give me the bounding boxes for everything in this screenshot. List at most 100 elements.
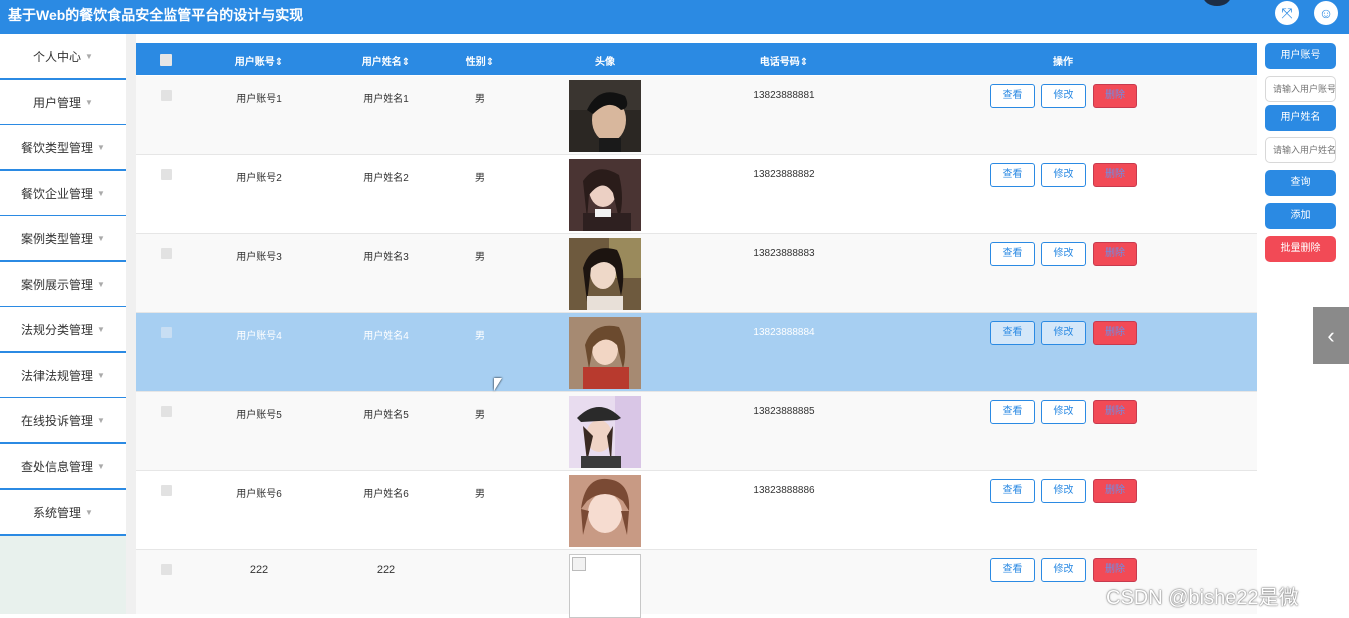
- sidebar-item-dining-enterprise[interactable]: 餐饮企业管理 ▼: [0, 171, 126, 217]
- header-phone[interactable]: 电话号码⇕: [760, 53, 808, 68]
- delete-button[interactable]: 删除: [1093, 321, 1137, 345]
- header-account[interactable]: 用户账号⇕: [235, 53, 283, 68]
- table-row[interactable]: 用户账号4 用户姓名4 男 13823888884 查看 修改 删除: [136, 313, 1257, 392]
- view-button[interactable]: 查看: [990, 242, 1035, 266]
- edit-button[interactable]: 修改: [1041, 479, 1086, 503]
- chevron-down-icon: ▼: [85, 507, 93, 517]
- row-checkbox[interactable]: [161, 327, 172, 338]
- edit-button[interactable]: 修改: [1041, 84, 1086, 108]
- avatar: [569, 396, 641, 468]
- delete-button[interactable]: 删除: [1093, 84, 1137, 108]
- name-search-input[interactable]: [1265, 137, 1336, 163]
- cell-gender: 男: [475, 252, 485, 263]
- user-icon[interactable]: ☺: [1314, 1, 1338, 25]
- delete-button[interactable]: 删除: [1093, 163, 1137, 187]
- view-button[interactable]: 查看: [990, 479, 1035, 503]
- batch-delete-button[interactable]: 批量删除: [1265, 236, 1336, 262]
- cell-phone: 13823888882: [753, 169, 815, 180]
- row-checkbox[interactable]: [161, 169, 172, 180]
- sidebar-item-laws-regulations[interactable]: 法律法规管理 ▼: [0, 353, 126, 399]
- cell-gender: 男: [475, 94, 485, 105]
- avatar: [569, 317, 641, 389]
- sidebar-item-user-management[interactable]: 用户管理 ▼: [0, 80, 126, 126]
- fullscreen-icon[interactable]: ⤧: [1275, 1, 1299, 25]
- table-row[interactable]: 222 222 查看 修改 删除: [136, 550, 1257, 618]
- sidebar-item-investigation-info[interactable]: 查处信息管理 ▼: [0, 444, 126, 490]
- cell-phone: 13823888885: [753, 406, 815, 417]
- sidebar-item-online-complaints[interactable]: 在线投诉管理 ▼: [0, 398, 126, 444]
- cell-name: 222: [376, 564, 396, 576]
- sidebar-item-system-management[interactable]: 系统管理 ▼: [0, 490, 126, 536]
- header-gender[interactable]: 性别⇕: [466, 53, 494, 68]
- delete-button[interactable]: 删除: [1093, 558, 1137, 582]
- query-button[interactable]: 查询: [1265, 170, 1336, 196]
- table-row[interactable]: 用户账号2 用户姓名2 男 13823888882 查看 修改 删除: [136, 155, 1257, 234]
- collapse-panel-icon[interactable]: ‹: [1313, 307, 1349, 364]
- edit-button[interactable]: 修改: [1041, 321, 1086, 345]
- chevron-down-icon: ▼: [97, 233, 105, 243]
- mouse-cursor-icon: [494, 378, 502, 391]
- content-gutter: [126, 34, 136, 614]
- cell-phone: 13823888886: [753, 485, 815, 496]
- account-search-input[interactable]: [1265, 76, 1336, 102]
- sidebar-item-label: 餐饮企业管理: [21, 186, 94, 201]
- cell-account: 用户账号5: [236, 410, 282, 421]
- delete-button[interactable]: 删除: [1093, 242, 1137, 266]
- cell-phone: 13823888884: [753, 327, 815, 338]
- name-label-button[interactable]: 用户姓名: [1265, 105, 1336, 131]
- chevron-down-icon: ▼: [97, 461, 105, 471]
- cell-name: 用户姓名6: [363, 489, 409, 500]
- view-button[interactable]: 查看: [990, 321, 1035, 345]
- cell-account: 用户账号1: [236, 94, 282, 105]
- cell-gender: 男: [475, 173, 485, 184]
- sidebar-item-personal-center[interactable]: 个人中心 ▼: [0, 34, 126, 80]
- cell-phone: 13823888881: [753, 90, 815, 101]
- view-button[interactable]: 查看: [990, 84, 1035, 108]
- row-checkbox[interactable]: [161, 564, 172, 575]
- cell-account: 用户账号4: [236, 331, 282, 342]
- header-name[interactable]: 用户姓名⇕: [362, 53, 410, 68]
- cell-account: 用户账号2: [236, 173, 282, 184]
- avatar: [569, 238, 641, 310]
- cell-gender: 男: [475, 410, 485, 421]
- row-checkbox[interactable]: [161, 90, 172, 101]
- delete-button[interactable]: 删除: [1093, 479, 1137, 503]
- add-button[interactable]: 添加: [1265, 203, 1336, 229]
- sidebar-item-case-display[interactable]: 案例展示管理 ▼: [0, 262, 126, 308]
- account-label-button[interactable]: 用户账号: [1265, 43, 1336, 69]
- table-row[interactable]: 用户账号3 用户姓名3 男 13823888883 查看 修改 删除: [136, 234, 1257, 313]
- chevron-down-icon: ▼: [85, 51, 93, 61]
- row-checkbox[interactable]: [161, 248, 172, 259]
- sidebar-item-label: 在线投诉管理: [21, 413, 94, 428]
- table-row[interactable]: 用户账号1 用户姓名1 男 13823888881 查看 修改 删除: [136, 76, 1257, 155]
- cell-account: 222: [249, 564, 269, 576]
- table-row[interactable]: 用户账号6 用户姓名6 男 13823888886 查看 修改 删除: [136, 471, 1257, 550]
- view-button[interactable]: 查看: [990, 400, 1035, 424]
- row-checkbox[interactable]: [161, 485, 172, 496]
- table-row[interactable]: 用户账号5 用户姓名5 男 13823888885 查看 修改 删除: [136, 392, 1257, 471]
- sidebar-item-case-type[interactable]: 案例类型管理 ▼: [0, 216, 126, 262]
- avatar: [569, 159, 641, 231]
- cell-gender: 男: [475, 489, 485, 500]
- watermark: CSDN @bishe22是微: [1106, 587, 1299, 609]
- chevron-down-icon: ▼: [97, 415, 105, 425]
- sidebar-item-label: 法规分类管理: [21, 322, 94, 337]
- chevron-down-icon: ▼: [97, 279, 105, 289]
- sidebar-item-label: 查处信息管理: [21, 459, 94, 474]
- top-dot: [1203, 0, 1231, 6]
- sidebar-item-label: 用户管理: [33, 95, 82, 110]
- delete-button[interactable]: 删除: [1093, 400, 1137, 424]
- avatar: [569, 80, 641, 152]
- row-checkbox[interactable]: [161, 406, 172, 417]
- sidebar-item-regulation-category[interactable]: 法规分类管理 ▼: [0, 307, 126, 353]
- cell-account: 用户账号3: [236, 252, 282, 263]
- view-button[interactable]: 查看: [990, 163, 1035, 187]
- sidebar-item-dining-type[interactable]: 餐饮类型管理 ▼: [0, 125, 126, 171]
- edit-button[interactable]: 修改: [1041, 558, 1086, 582]
- edit-button[interactable]: 修改: [1041, 400, 1086, 424]
- view-button[interactable]: 查看: [990, 558, 1035, 582]
- edit-button[interactable]: 修改: [1041, 163, 1086, 187]
- select-all-checkbox[interactable]: [160, 54, 172, 66]
- edit-button[interactable]: 修改: [1041, 242, 1086, 266]
- chevron-down-icon: ▼: [97, 142, 105, 152]
